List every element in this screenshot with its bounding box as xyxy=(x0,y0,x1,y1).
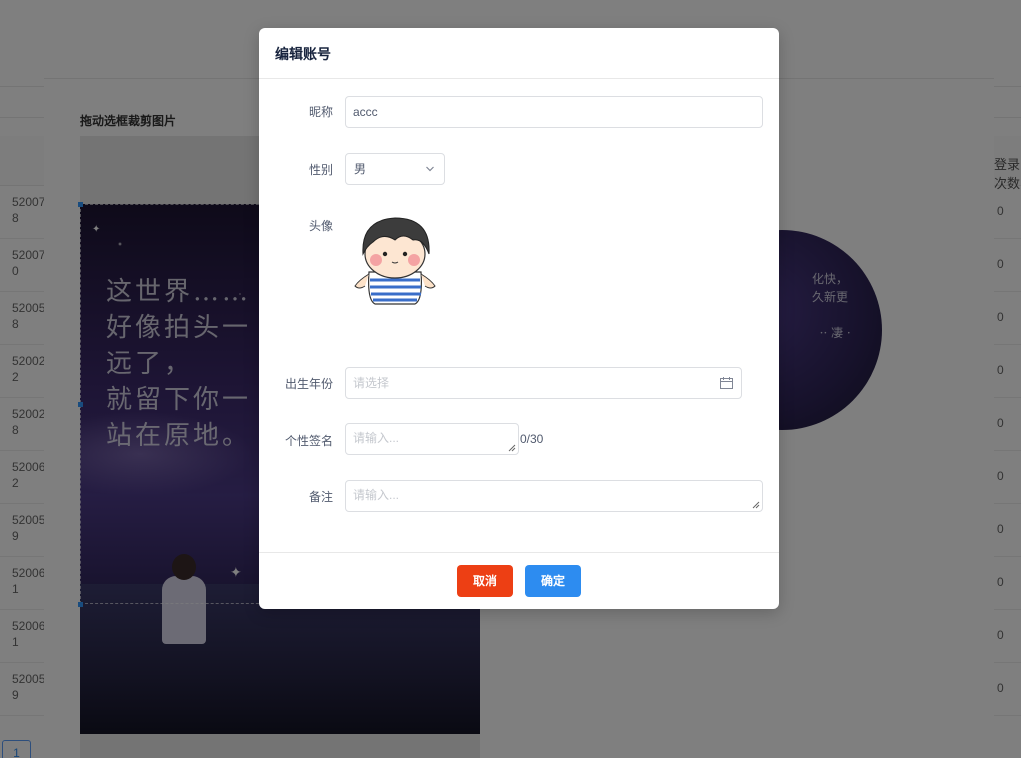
remark-label: 备注 xyxy=(308,490,333,504)
nickname-input[interactable]: accc xyxy=(345,96,763,128)
birth-year-placeholder: 请选择 xyxy=(353,376,390,390)
confirm-button[interactable]: 确定 xyxy=(525,565,581,597)
modal-title: 编辑账号 xyxy=(275,46,331,62)
modal-footer: 取消 确定 xyxy=(259,552,779,609)
cancel-button[interactable]: 取消 xyxy=(457,565,513,597)
calendar-icon[interactable] xyxy=(720,377,733,389)
edit-account-modal: 编辑账号 昵称 accc 性别 男 头像 出生年份 请选择 个性签名 请输入..… xyxy=(259,28,779,609)
gender-label: 性别 xyxy=(308,163,333,177)
signature-placeholder: 请输入... xyxy=(353,431,400,445)
remark-textarea[interactable]: 请输入... xyxy=(345,480,763,512)
resize-grip-icon[interactable] xyxy=(508,444,516,452)
gender-select[interactable]: 男 xyxy=(345,153,445,185)
signature-textarea[interactable]: 请输入... xyxy=(345,423,519,455)
modal-header: 编辑账号 xyxy=(259,28,779,79)
avatar-label: 头像 xyxy=(308,219,333,233)
signature-label: 个性签名 xyxy=(284,434,333,448)
birth-year-picker[interactable]: 请选择 xyxy=(345,367,742,399)
signature-counter: 0/30 xyxy=(520,432,544,446)
resize-grip-icon[interactable] xyxy=(752,501,760,509)
gender-value: 男 xyxy=(354,162,367,176)
nickname-label: 昵称 xyxy=(308,105,333,119)
avatar-image[interactable] xyxy=(351,210,437,308)
remark-placeholder: 请输入... xyxy=(353,488,400,502)
birth-year-label: 出生年份 xyxy=(284,377,333,391)
chevron-down-icon xyxy=(426,166,434,172)
